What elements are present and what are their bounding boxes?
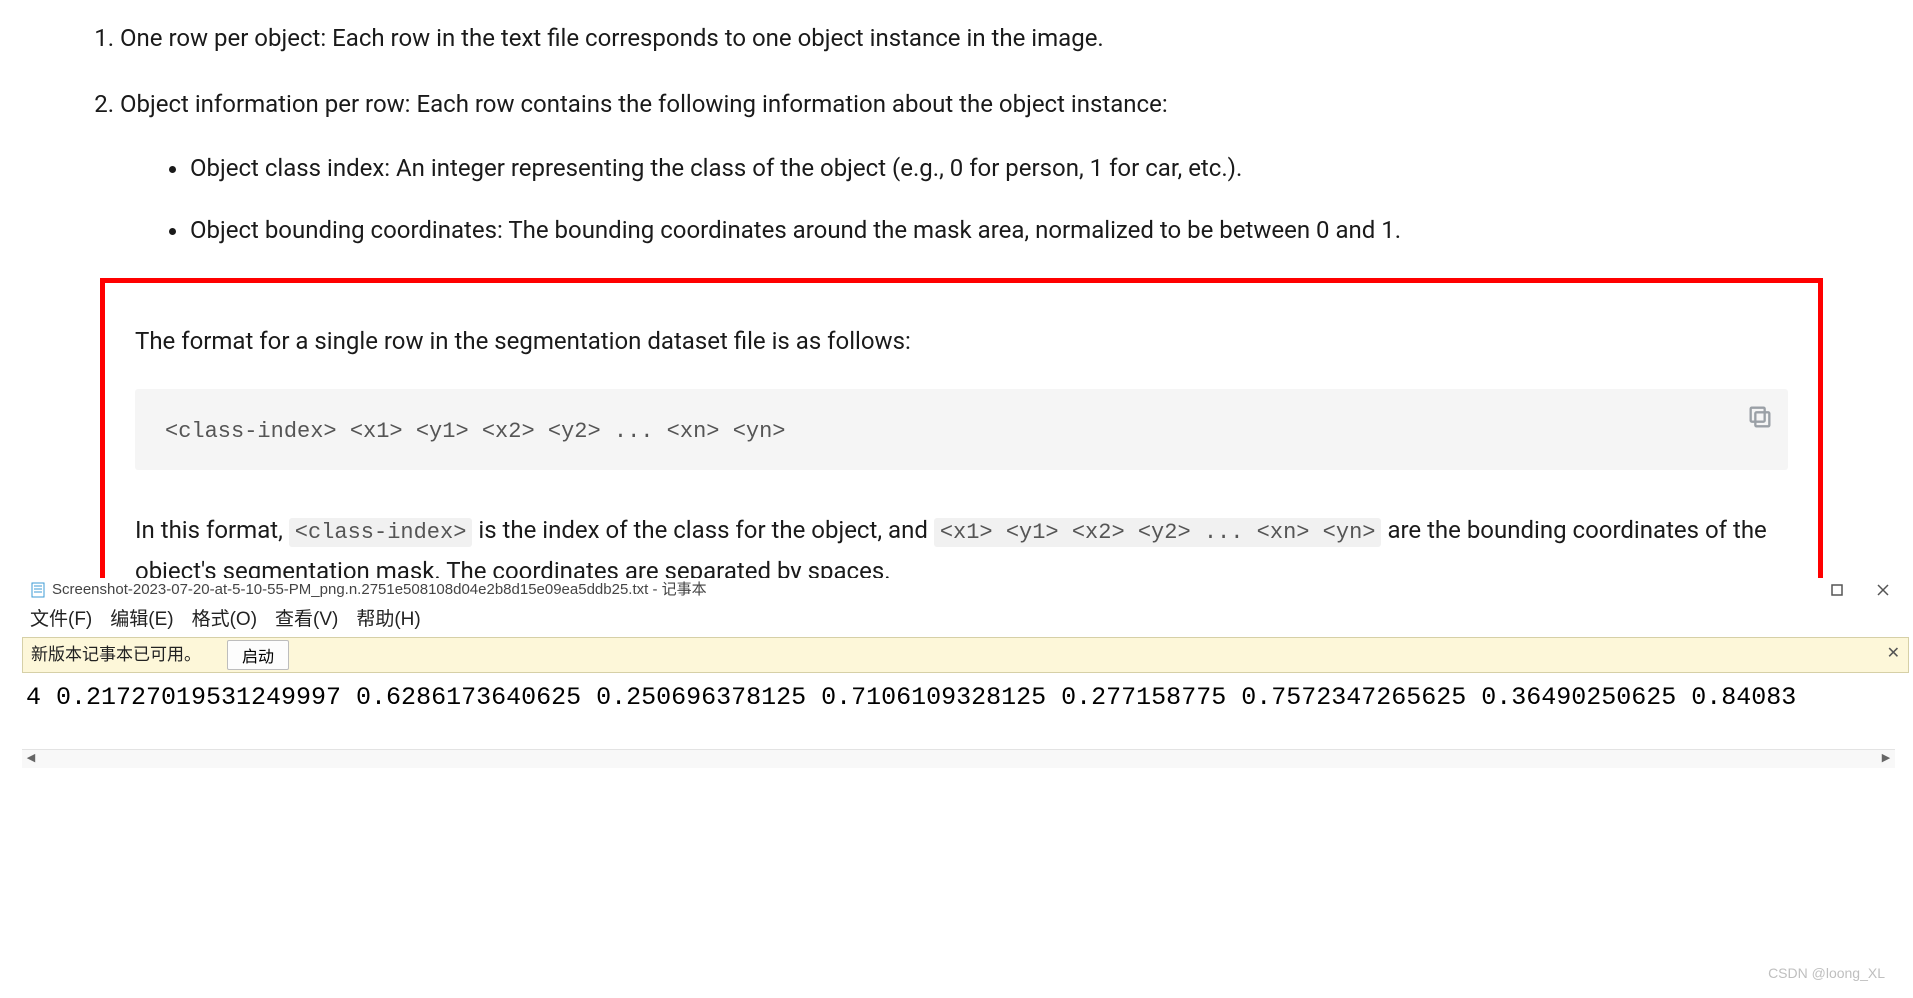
menu-edit[interactable]: 编辑(E) <box>110 606 173 635</box>
notepad-icon <box>30 582 46 598</box>
menu-view[interactable]: 查看(V) <box>275 606 338 635</box>
list-item-3-text: Object information per row: Each row con… <box>120 90 1168 118</box>
scroll-left-icon[interactable]: ◀ <box>22 750 40 768</box>
list-item-3: Object information per row: Each row con… <box>120 86 1853 248</box>
update-notice-bar: 新版本记事本已可用。 启动 ✕ <box>22 637 1909 673</box>
inline-code-class-index: <class-index> <box>289 518 473 547</box>
menu-format[interactable]: 格式(O) <box>192 606 257 635</box>
inline-code-coords: <x1> <y1> <x2> <y2> ... <xn> <yn> <box>934 518 1382 547</box>
maximize-button[interactable] <box>1815 580 1859 600</box>
bullet-bounding-coords: Object bounding coordinates: The boundin… <box>190 212 1853 248</box>
notepad-window: Screenshot-2023-07-20-at-5-10-55-PM_png.… <box>22 578 1913 768</box>
document-body: One row per object: Each row in the text… <box>0 0 1913 657</box>
p2-pre: In this format, <box>135 516 289 544</box>
sub-list: Object class index: An integer represent… <box>120 150 1853 248</box>
scroll-right-icon[interactable]: ▶ <box>1877 750 1895 768</box>
dismiss-notice-icon[interactable]: ✕ <box>1887 642 1900 666</box>
code-block: <class-index> <x1> <y1> <x2> <y2> ... <x… <box>135 389 1788 470</box>
menu-bar: 文件(F) 编辑(E) 格式(O) 查看(V) 帮助(H) <box>22 603 1913 637</box>
list-item-2: One row per object: Each row in the text… <box>120 20 1853 56</box>
menu-help[interactable]: 帮助(H) <box>356 606 420 635</box>
bullet-class-index: Object class index: An integer represent… <box>190 150 1853 186</box>
copy-icon[interactable] <box>1746 403 1774 431</box>
window-title: Screenshot-2023-07-20-at-5-10-55-PM_png.… <box>52 579 707 602</box>
p2-mid: is the index of the class for the object… <box>472 516 933 544</box>
menu-file[interactable]: 文件(F) <box>30 606 92 635</box>
watermark-text: CSDN @loong_XL <box>1768 963 1885 984</box>
text-content[interactable]: 4 0.21727019531249997 0.6286173640625 0.… <box>22 673 1913 749</box>
format-intro-text: The format for a single row in the segme… <box>135 323 1788 359</box>
code-content: <class-index> <x1> <y1> <x2> <y2> ... <x… <box>165 419 786 444</box>
close-button[interactable] <box>1861 580 1905 600</box>
notice-text: 新版本记事本已可用。 <box>31 642 201 668</box>
window-titlebar[interactable]: Screenshot-2023-07-20-at-5-10-55-PM_png.… <box>22 578 1913 603</box>
ordered-list: One row per object: Each row in the text… <box>60 20 1853 248</box>
horizontal-scrollbar[interactable]: ◀ ▶ <box>22 749 1895 768</box>
launch-button[interactable]: 启动 <box>227 640 289 670</box>
